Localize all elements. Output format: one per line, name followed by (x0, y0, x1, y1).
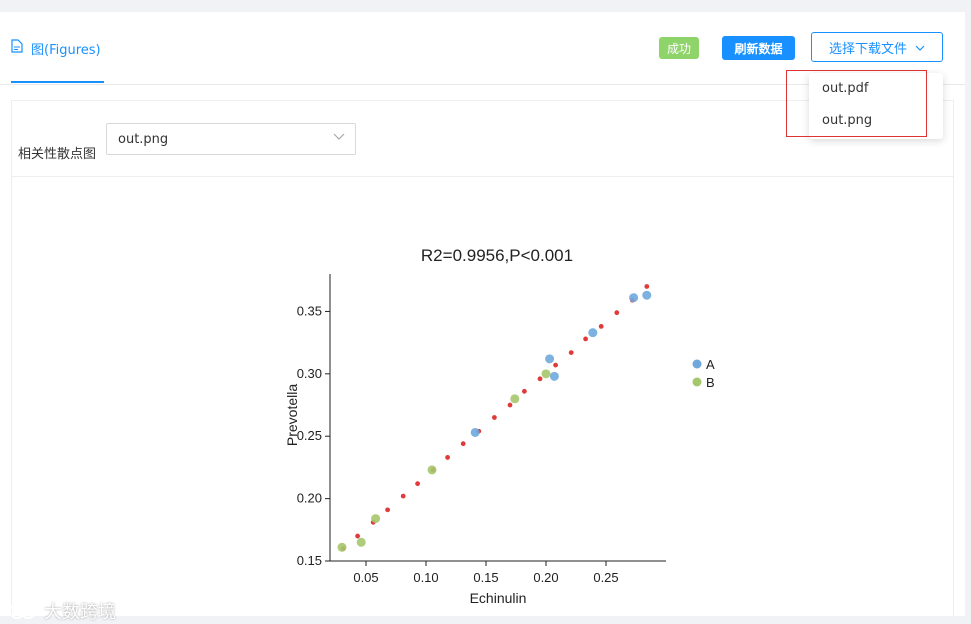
series-b-point (356, 537, 366, 547)
series-b-point (337, 542, 347, 552)
fit-line-point (568, 350, 574, 356)
fit-line-point (614, 310, 620, 316)
fit-line-point (537, 376, 543, 382)
series-b-point (427, 465, 437, 475)
series-a-point (470, 427, 480, 437)
refresh-button[interactable]: 刷新数据 (722, 36, 795, 60)
figure-panel: 相关性散点图 out.png R2=0.9956,P<0.001 0.15 0.2… (11, 100, 954, 616)
y-axis-label: Prevotella (284, 384, 300, 446)
fit-line-point (400, 493, 406, 499)
y-tick-label: 0.20 (297, 491, 322, 506)
fit-line-point (522, 388, 527, 394)
correlation-scatter-chart: R2=0.9956,P<0.001 0.15 0.20 0.25 0.30 0.35 0… (284, 246, 715, 606)
figure-select[interactable]: out.png (106, 123, 356, 155)
fit-line-point (553, 362, 558, 368)
watermark-text: 大数跨境 (44, 602, 116, 623)
document-icon (11, 39, 23, 57)
tab-figures[interactable]: 图(Figures) (11, 38, 101, 58)
series-a-point (588, 328, 598, 338)
series-a-point (545, 354, 555, 364)
y-tick-label: 0.35 (297, 303, 322, 318)
fit-line-point (415, 481, 420, 487)
chevron-down-icon (915, 40, 925, 55)
fit-line-point (583, 336, 588, 342)
tab-figures-label: 图(Figures) (31, 42, 101, 58)
watermark: 大数跨境 (8, 598, 116, 624)
fit-line-point (507, 402, 513, 408)
fit-line-point (598, 324, 604, 329)
chevron-down-icon (333, 131, 345, 144)
fit-line-point (644, 284, 650, 289)
chart-title: R2=0.9956,P<0.001 (421, 246, 573, 265)
download-select-button[interactable]: 选择下载文件 (811, 32, 943, 62)
x-tick-label: 0.20 (533, 570, 558, 585)
series-a-point (549, 371, 559, 381)
download-select-label: 选择下载文件 (828, 41, 907, 57)
series-a-point (629, 293, 639, 303)
y-tick-label: 0.25 (297, 428, 322, 443)
x-tick-label: 0.25 (593, 570, 618, 585)
fit-line-point (385, 507, 390, 513)
legend-label-a: A (706, 357, 715, 372)
fit-line-point (445, 455, 450, 460)
status-badge: 成功 (659, 37, 699, 59)
figure-select-value: out.png (118, 132, 169, 147)
legend-label-b: B (706, 375, 715, 390)
tab-active-indicator (11, 81, 104, 83)
x-tick-label: 0.10 (413, 570, 438, 585)
fit-line-point (492, 415, 497, 420)
y-tick-label: 0.15 (297, 553, 322, 568)
y-tick-label: 0.30 (297, 366, 322, 381)
x-axis-label: Echinulin (470, 590, 527, 606)
fit-line-point (355, 533, 360, 539)
selection-highlight-box (786, 70, 927, 137)
series-b-point (510, 394, 520, 404)
x-tick-label: 0.05 (353, 570, 378, 585)
series-b-point (371, 514, 381, 524)
x-tick-label: 0.15 (473, 570, 498, 585)
legend-marker-b (692, 377, 702, 387)
watermark-logo-icon (9, 603, 36, 619)
series-b-point (541, 369, 551, 379)
series-a-point (642, 290, 652, 300)
fit-line-point (460, 441, 466, 447)
selector-label: 相关性散点图 (18, 147, 97, 162)
legend-marker-a (692, 359, 702, 369)
